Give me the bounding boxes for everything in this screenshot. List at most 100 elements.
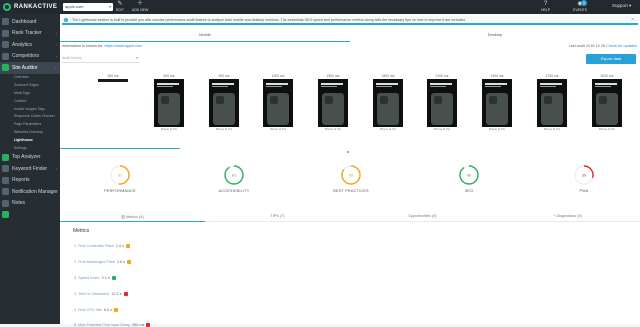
sidebar-item-notes[interactable]: Notes [0,197,60,209]
gauge-ring: 90 [459,165,479,185]
plus-icon: ＋ [136,1,143,7]
info-icon: i [64,18,68,22]
info-bar: i The Lighthouse section is built to pro… [62,16,638,25]
frame-thumbnail [537,79,567,127]
sidebar-item-competitors[interactable]: Competitors › [0,51,60,63]
filmstrip: 300 ms 600 ms iPhone 11 Pro 900 ms iPhon… [60,74,640,154]
sidebar-sub-content[interactable]: Content [0,97,60,105]
dashboard-icon [2,18,9,26]
events-badge: 1 [581,0,587,6]
tab-tips[interactable]: TIPS (7) [205,214,350,218]
support-button[interactable]: Support ▾ [612,3,631,8]
gauge-best-practices[interactable]: 85 BEST PRACTICES [311,164,391,193]
events-button[interactable]: ◉ 1 EVENTS [572,0,588,12]
sidebar-item-rank-tracker[interactable]: Rank Tracker › [0,28,60,40]
frame-thumbnail [592,79,622,127]
help-button[interactable]: ? HELP [541,1,550,12]
sidebar-sub-meta-tags[interactable]: Meta Tags [0,89,60,97]
competitors-icon [2,52,9,60]
tab-desktop[interactable]: Desktop [350,32,640,37]
sidebar-item-site-auditor[interactable]: Site Auditor ⌄ [0,62,60,74]
sidebar-sub-overview[interactable]: Overview [0,74,60,82]
filmstrip-scrollbar[interactable] [60,148,180,149]
top-bar: RANKACTIVE apple.com ▾ ✎ EDIT ＋ ADD NEW … [0,0,640,14]
active-tab-indicator [60,221,205,222]
metric-row[interactable]: 5. First CPU Idle 6.0 s [74,308,119,312]
analytics-icon [2,41,9,49]
chevron-down-icon: ▾ [108,4,111,9]
chevron-down-icon: ⌄ [53,65,57,71]
svg-text:91: 91 [232,173,237,178]
status-good-icon [111,276,116,280]
status-warning-icon [114,308,119,312]
sidebar-sub-response-codes[interactable]: Response Codes Checker [0,112,60,120]
notification-icon [2,188,9,196]
active-tab-indicator [60,41,350,42]
gauge-pwa[interactable]: 30 PWA [544,164,624,193]
frame-thumbnail [209,79,239,127]
sidebar-item-notification-manager[interactable]: Notification Manager [0,186,60,198]
pencil-icon: ✎ [117,1,123,7]
sidebar-sub-invalid-images[interactable]: Invalid Images Tags [0,105,60,113]
sidebar-sub-webutha-checkup[interactable]: Webutha Checkup [0,128,60,136]
frame-thumbnail [482,79,512,127]
filmstrip-frame: 3000 ms iPhone 11 Pro [592,74,622,131]
logo[interactable]: RANKACTIVE [3,2,57,12]
sidebar-sub-scanned-pages[interactable]: Scanned Pages [0,81,60,89]
score-gauges: 52 PERFORMANCE 91 ACCESSIBILITY 85 BEST … [60,164,640,204]
metric-row[interactable]: 1. First Contentful Paint 2.4 s [74,244,130,248]
filmstrip-frame: 2100 ms iPhone 11 Pro [427,74,457,131]
rank-icon [2,29,9,37]
top-analyzer-icon [2,153,9,161]
add-new-button[interactable]: ＋ ADD NEW [130,1,150,12]
close-icon[interactable]: × [631,17,634,23]
sidebar-item-top-analyzer[interactable]: Top Analyzer [0,151,60,163]
carousel-dots [347,151,349,153]
export-data-button[interactable]: Export data [586,54,636,64]
audit-history-select[interactable]: Audit history ▾ [62,56,140,63]
sidebar-item-dashboard[interactable]: Dashboard [0,16,60,28]
gauge-ring: 85 [341,165,361,185]
sidebar-item-keyword-finder[interactable]: Keyword Finder › [0,163,60,175]
tab-diagnostics[interactable]: ◔ Diagnostics (6) [495,214,640,218]
sidebar-item-analytics[interactable]: Analytics › [0,39,60,51]
frame-thumbnail [154,79,184,127]
filmstrip-frame: 1800 ms iPhone 11 Pro [373,74,403,131]
frame-thumbnail [263,79,293,127]
svg-text:52: 52 [118,173,123,178]
filmstrip-frame: 2700 ms iPhone 11 Pro [537,74,567,131]
gauge-accessibility[interactable]: 91 ACCESSIBILITY [194,164,274,193]
gauge-performance[interactable]: 52 PERFORMANCE [80,164,160,193]
metric-row[interactable]: 3. Speed Index 3.1 s [74,276,116,280]
tab-mobile[interactable]: Mobile [60,32,350,37]
sidebar-item-video[interactable] [0,209,60,221]
sidebar-item-reports[interactable]: Reports [0,174,60,186]
chevron-right-icon: › [55,42,57,48]
tab-opportunities[interactable]: Opportunities (4) [350,214,495,218]
sidebar-sub-lighthouse[interactable]: Lighthouse [0,136,60,144]
device-tabs: Mobile Desktop [60,30,640,42]
gauge-seo[interactable]: 90 SEO [429,164,509,193]
metric-row[interactable]: 2. First Meaningful Paint 2.6 s [74,260,132,264]
check-updates-link[interactable]: Check for updates [606,44,637,48]
info-text: The Lighthouse section is built to provi… [72,17,466,22]
svg-text:30: 30 [582,173,587,178]
edit-button[interactable]: ✎ EDIT [116,1,124,12]
site-link[interactable]: https://www.apple.com [104,44,142,48]
sidebar-sub-page-parameters[interactable]: Page Parameters [0,120,60,128]
chevron-right-icon: › [55,166,57,172]
filmstrip-frame: 2400 ms iPhone 11 Pro [482,74,512,131]
help-icon: ? [543,1,548,7]
status-error-icon [123,292,128,296]
sidebar-sub-settings[interactable]: Settings [0,144,60,152]
keyword-icon [2,165,9,173]
notes-icon [2,199,9,207]
carousel-dot[interactable] [347,151,349,153]
logo-text: RANKACTIVE [14,4,58,10]
filmstrip-frame: 900 ms iPhone 11 Pro [209,74,239,131]
main-content: i The Lighthouse section is built to pro… [60,14,640,327]
shown-for: Information is shown for: https://www.ap… [62,44,143,48]
project-select[interactable]: apple.com ▾ [63,3,113,11]
tab-metrics[interactable]: ▥ Metrics (6) [60,214,205,219]
metric-row[interactable]: 4. Time to Interactive 12.2 s [74,292,128,296]
